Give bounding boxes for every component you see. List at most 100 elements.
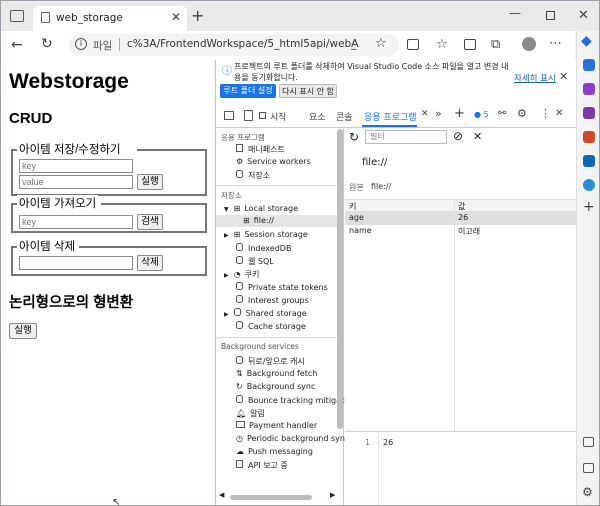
sidebar-item-session-storage[interactable]: ▶ ⊞ Session storage <box>224 230 308 239</box>
split-window-icon[interactable] <box>583 437 594 447</box>
maximize-icon[interactable] <box>546 11 555 20</box>
sidebar-item-label: Periodic background syn <box>246 434 345 443</box>
save-button[interactable]: 실행 <box>137 174 163 190</box>
tab-elements[interactable]: 요소 <box>309 110 326 123</box>
games-icon[interactable] <box>583 107 595 119</box>
sidebar-item-background-sync[interactable]: ↻ Background sync <box>236 382 315 391</box>
tab-application[interactable]: 응용 프로그램 <box>364 110 417 123</box>
tools-icon[interactable] <box>583 83 595 95</box>
table-row[interactable]: name 이고래 <box>345 225 576 238</box>
divider <box>216 337 338 338</box>
sidebar-item-notifications[interactable]: 🔔︎ 알림 <box>236 408 265 419</box>
back-icon[interactable]: ← <box>11 38 23 52</box>
sidebar-item-private-state-tokens[interactable]: Private state tokens <box>236 282 328 292</box>
inspect-icon[interactable] <box>224 111 234 120</box>
close-notice-icon[interactable]: ✕ <box>559 70 568 83</box>
convert-button[interactable]: 실행 <box>9 323 37 339</box>
sidebar-item-file-origin[interactable]: ⊞ file:// <box>243 216 274 225</box>
add-tab-icon[interactable]: + <box>454 106 465 121</box>
split-screen-icon[interactable] <box>407 39 419 50</box>
close-window-icon[interactable]: ✕ <box>578 9 589 22</box>
address-bar[interactable]: i 파일 c%3A/FrontendWorkspace/5_html5api/w… <box>69 34 399 56</box>
sidebar-item-bounce-tracking[interactable]: Bounce tracking mitigati <box>236 395 346 405</box>
sidebar-item-cookies[interactable]: ▶ ◔ 쿠키 <box>224 269 259 280</box>
row-value: 이고래 <box>458 227 481 236</box>
profile-avatar[interactable] <box>522 37 536 51</box>
minimize-icon[interactable]: — <box>509 7 521 19</box>
tab-welcome[interactable]: 시작 <box>270 110 287 123</box>
sidebar-item-reporting-api[interactable]: API 보고 중 <box>236 460 288 471</box>
tab-actions-icon[interactable] <box>10 10 24 22</box>
sidebar-item-periodic-sync[interactable]: ◷ Periodic background syn <box>236 434 345 443</box>
connect-icon[interactable]: ⚯ <box>498 108 506 119</box>
sidebar-item-storage[interactable]: 저장소 <box>236 170 270 181</box>
set-root-folder-button[interactable]: 루트 폴더 설정 <box>220 84 276 98</box>
sidebar-item-interest-groups[interactable]: Interest groups <box>236 295 309 305</box>
delete-key-input[interactable] <box>19 256 133 270</box>
save-key-input[interactable]: key <box>19 159 133 173</box>
close-tab-icon[interactable]: ✕ <box>171 10 181 24</box>
close-tab-icon[interactable]: ✕ <box>421 109 429 119</box>
dont-show-again-button[interactable]: 다시 표시 안 함 <box>279 84 337 98</box>
outlook-icon[interactable] <box>583 155 595 167</box>
add-sidebar-icon[interactable]: + <box>583 199 595 215</box>
more-tabs-icon[interactable]: » <box>435 107 442 120</box>
scroll-right-icon[interactable]: ▶ <box>330 491 335 499</box>
value-column-header[interactable]: 값 <box>458 201 465 212</box>
more-icon[interactable]: ⋯ <box>549 37 562 50</box>
sidebar-item-label: Shared storage <box>245 309 307 318</box>
shopping-icon[interactable] <box>583 59 595 71</box>
sidebar-item-web-sql[interactable]: 웹 SQL <box>236 256 274 267</box>
refresh-icon[interactable]: ↻ <box>349 130 359 144</box>
sidebar-item-background-fetch[interactable]: ⇅ Background fetch <box>236 369 317 378</box>
save-value-input[interactable]: value <box>19 175 133 189</box>
search-button[interactable]: 검색 <box>137 214 163 230</box>
settings-icon[interactable]: ⚙ <box>517 107 527 120</box>
table-row[interactable]: age 26 <box>345 212 576 225</box>
close-devtools-icon[interactable]: ✕ <box>555 108 563 119</box>
database-icon <box>236 395 243 403</box>
sidebar-item-manifest[interactable]: 매니페스트 <box>236 144 285 155</box>
horizontal-scrollbar[interactable] <box>230 495 312 500</box>
extensions-icon[interactable]: ⧉ <box>491 38 500 51</box>
browser-tab[interactable]: web_storage ✕ <box>33 6 187 31</box>
copilot-icon[interactable]: ◆ <box>581 33 592 49</box>
expand-arrow-icon: ▶ <box>224 232 229 239</box>
mouse-cursor-icon: ↖ <box>112 497 121 506</box>
sidebar-item-cache-storage[interactable]: Cache storage <box>236 321 306 331</box>
filter-input[interactable]: 필터 <box>365 130 447 144</box>
hide-sidebar-icon[interactable] <box>583 463 594 473</box>
sidebar-item-indexeddb[interactable]: IndexedDB <box>236 243 291 253</box>
key-column-header[interactable]: 키 <box>349 201 356 212</box>
detail-link[interactable]: 자세히 표시 <box>514 72 556 84</box>
sidebar-item-shared-storage[interactable]: ▶ Shared storage <box>224 308 307 318</box>
devtools-notice: ⓘ 프로젝트의 루트 폴더를 삭제하여 Visual Studio Code 소… <box>216 60 576 103</box>
read-aloud-icon[interactable]: A <box>351 37 359 50</box>
sidebar-item-service-workers[interactable]: ⚙ Service workers <box>236 157 311 166</box>
sidebar-item-local-storage[interactable]: ▼ ⊞ Local storage <box>224 204 298 213</box>
sidebar-item-payment-handler[interactable]: Payment handler <box>236 421 317 430</box>
clear-all-icon[interactable]: ⊘ <box>453 129 463 143</box>
edge-sidebar: ◆ + ⚙ <box>576 31 599 505</box>
device-toolbar-icon[interactable] <box>244 110 253 121</box>
tab-console[interactable]: 콘솔 <box>336 110 353 123</box>
delete-selected-icon[interactable]: ✕ <box>473 130 482 143</box>
drop-icon[interactable] <box>583 179 595 191</box>
more-options-icon[interactable]: ⋮ <box>540 107 551 120</box>
favorites-icon[interactable]: ☆ <box>436 38 448 51</box>
vertical-scrollbar[interactable] <box>337 129 343 429</box>
office-icon[interactable] <box>583 131 595 143</box>
settings-icon[interactable]: ⚙ <box>582 485 593 499</box>
sidebar-item-push-messaging[interactable]: ☁ Push messaging <box>236 447 313 456</box>
new-tab-icon[interactable]: + <box>191 8 204 24</box>
address-divider <box>119 38 120 51</box>
delete-button[interactable]: 삭제 <box>137 255 163 271</box>
collections-icon[interactable] <box>464 39 476 50</box>
sidebar-item-back-forward-cache[interactable]: 뒤로/앞으로 캐시 <box>236 356 305 367</box>
issues-badge[interactable]: ● 5 <box>474 110 489 119</box>
favorite-icon[interactable]: ☆ <box>375 36 387 51</box>
refresh-icon[interactable]: ↻ <box>41 37 53 51</box>
get-key-input[interactable]: key <box>19 215 133 229</box>
scroll-left-icon[interactable]: ◀ <box>219 491 224 499</box>
database-icon <box>236 170 243 178</box>
